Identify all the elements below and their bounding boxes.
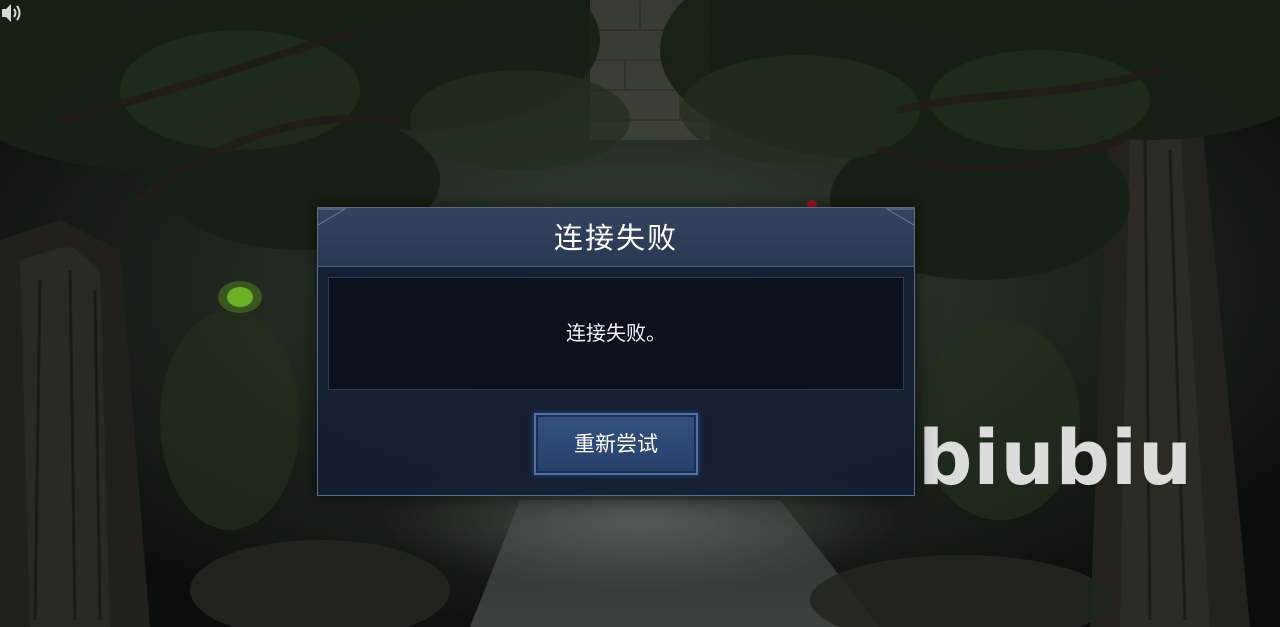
dialog-header: 连接失败 [318, 208, 914, 267]
speaker-sound-icon[interactable] [0, 0, 26, 26]
game-screen: biubiu 连接失败 连接失败。 重新尝试 [0, 0, 1280, 627]
biubiu-watermark: biubiu [918, 413, 1194, 502]
retry-button[interactable]: 重新尝试 [534, 413, 698, 475]
connection-failed-dialog: 连接失败 连接失败。 重新尝试 [317, 207, 915, 496]
dialog-title: 连接失败 [553, 221, 678, 255]
dialog-message: 连接失败。 [566, 321, 666, 345]
message-box: 连接失败。 [328, 277, 904, 390]
